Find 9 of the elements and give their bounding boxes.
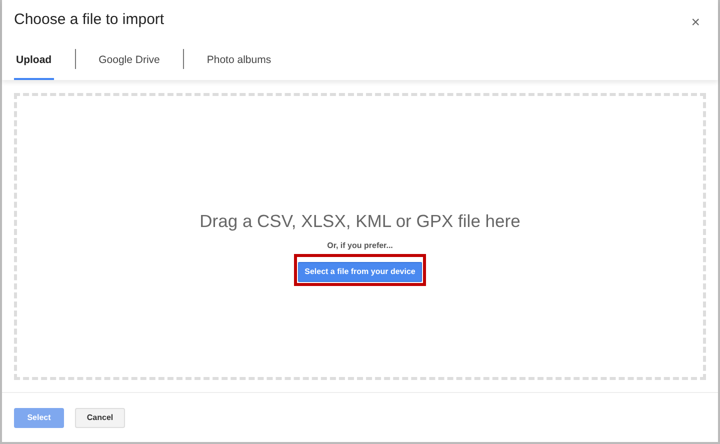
cancel-button[interactable]: Cancel: [75, 408, 125, 428]
drop-heading: Drag a CSV, XLSX, KML or GPX file here: [200, 210, 520, 233]
tab[interactable]: Upload: [14, 44, 54, 80]
close-button[interactable]: ×: [687, 13, 704, 32]
drop-hint: Or, if you prefer...: [327, 240, 393, 252]
tab[interactable]: Photo albums: [204, 44, 274, 80]
tab[interactable]: Google Drive: [96, 44, 162, 80]
dialog-title: Choose a file to import: [14, 11, 164, 29]
drop-zone[interactable]: Drag a CSV, XLSX, KML or GPX file here Or, if you prefer... Select a file from your device: [14, 93, 706, 380]
